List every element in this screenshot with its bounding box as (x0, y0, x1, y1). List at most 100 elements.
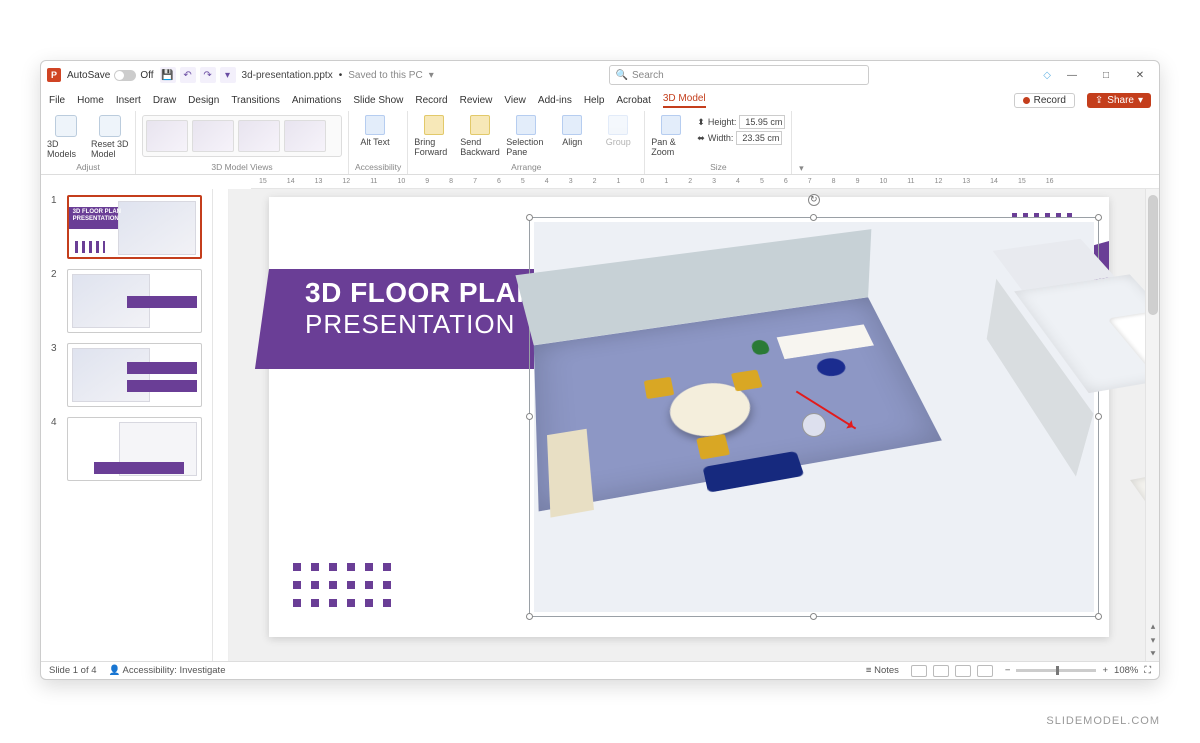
fit-to-window-button[interactable]: ⛶ (1144, 665, 1151, 676)
3d-model-selection[interactable] (529, 217, 1099, 617)
sorter-view-button[interactable] (933, 665, 949, 677)
slide-3-preview[interactable] (67, 343, 202, 407)
btn-reset-3d-model[interactable]: Reset 3D Model (91, 115, 129, 159)
view-mode-buttons (911, 665, 993, 677)
notes-button[interactable]: ≡ Notes (866, 665, 899, 676)
tab-3dmodel[interactable]: 3D Model (663, 93, 706, 108)
height-input[interactable]: 15.95 cm (739, 115, 785, 129)
orbit-gizmo-icon[interactable] (802, 413, 826, 437)
window-minimize-button[interactable]: — (1059, 65, 1085, 85)
search-input[interactable]: 🔍 Search (609, 65, 869, 85)
horizontal-ruler: 1514131211109876543210123456789101112131… (251, 175, 1159, 189)
bathtub-element (1107, 311, 1145, 373)
group-label: Arrange (414, 161, 638, 172)
scroll-down-button[interactable]: ⯆ (1146, 647, 1160, 661)
selection-pane-icon (516, 115, 536, 135)
tab-draw[interactable]: Draw (153, 95, 176, 106)
slide-thumbnail[interactable]: 1 3D FLOOR PLANPRESENTATION (51, 195, 202, 259)
toggle-off-icon[interactable] (114, 70, 136, 81)
resize-handle[interactable] (526, 613, 533, 620)
tab-addins[interactable]: Add-ins (538, 95, 572, 106)
slide-1-preview[interactable]: 3D FLOOR PLANPRESENTATION (67, 195, 202, 259)
tab-transitions[interactable]: Transitions (231, 95, 280, 106)
slide[interactable]: 3D FLOOR PLAN PRESENTATION (269, 197, 1109, 637)
zoom-value[interactable]: 108% (1114, 665, 1138, 676)
group-label: Size (651, 161, 785, 172)
share-button[interactable]: ⇪Share▾ (1087, 93, 1151, 108)
prev-slide-button[interactable]: ▴ (1146, 619, 1160, 633)
view-thumb[interactable] (238, 120, 280, 152)
btn-group[interactable]: Group (598, 115, 638, 147)
menu-tabs: File Home Insert Draw Design Transitions… (41, 89, 1159, 111)
diamond-icon[interactable]: ◇ (1043, 70, 1051, 81)
chevron-down-icon[interactable]: ▾ (429, 70, 434, 81)
slide-4-preview[interactable] (67, 417, 202, 481)
width-input[interactable]: 23.35 cm (736, 131, 782, 145)
scrollbar-thumb[interactable] (1148, 195, 1158, 315)
qat-undo-icon[interactable]: ↶ (180, 67, 196, 83)
tab-animations[interactable]: Animations (292, 95, 341, 106)
ribbon-group-accessibility: Alt Text Accessibility (349, 111, 408, 174)
view-thumb[interactable] (192, 120, 234, 152)
qat-redo-icon[interactable]: ↷ (200, 67, 216, 83)
next-slide-button[interactable]: ▾ (1146, 633, 1160, 647)
ribbon-group-views: 3D Model Views (136, 111, 349, 174)
btn-3d-models[interactable]: 3D Models (47, 115, 85, 159)
slide-indicator[interactable]: Slide 1 of 4 (49, 665, 97, 676)
accessibility-status[interactable]: 👤 Accessibility: Investigate (109, 665, 226, 676)
btn-alt-text[interactable]: Alt Text (355, 115, 395, 147)
resize-handle[interactable] (1095, 613, 1102, 620)
tab-record[interactable]: Record (415, 95, 447, 106)
view-thumb[interactable] (146, 120, 188, 152)
btn-align[interactable]: Align (552, 115, 592, 147)
status-bar: Slide 1 of 4 👤 Accessibility: Investigat… (41, 661, 1159, 679)
qat-overflow-icon[interactable]: ▾ (220, 67, 236, 83)
tab-slideshow[interactable]: Slide Show (353, 95, 403, 106)
btn-send-backward[interactable]: Send Backward (460, 115, 500, 157)
width-label: Width: (708, 133, 734, 143)
window-maximize-button[interactable]: □ (1093, 65, 1119, 85)
person-icon: 👤 (109, 665, 121, 676)
vertical-scrollbar[interactable]: ▴ ▾ ⯆ (1145, 189, 1159, 661)
zoom-in-button[interactable]: + (1102, 665, 1108, 676)
btn-selection-pane[interactable]: Selection Pane (506, 115, 546, 157)
qat-save-icon[interactable]: 💾 (160, 67, 176, 83)
btn-pan-zoom[interactable]: Pan & Zoom (651, 115, 691, 157)
slide-thumbnail[interactable]: 4 (51, 417, 202, 481)
tab-help[interactable]: Help (584, 95, 605, 106)
slide-canvas-area[interactable]: 3D FLOOR PLAN PRESENTATION (229, 189, 1145, 661)
slide-title[interactable]: 3D FLOOR PLAN PRESENTATION (305, 277, 537, 340)
view-gallery[interactable] (142, 115, 342, 157)
autosave-label: AutoSave (67, 70, 110, 81)
record-button[interactable]: Record (1014, 93, 1075, 108)
resize-handle[interactable] (1095, 214, 1102, 221)
zoom-control: − + 108% ⛶ (1005, 665, 1151, 676)
slide-2-preview[interactable] (67, 269, 202, 333)
ribbon-group-arrange: Bring Forward Send Backward Selection Pa… (408, 111, 645, 174)
resize-handle[interactable] (810, 214, 817, 221)
btn-bring-forward[interactable]: Bring Forward (414, 115, 454, 157)
resize-handle[interactable] (526, 413, 533, 420)
rotation-handle-icon[interactable] (808, 194, 820, 206)
tab-insert[interactable]: Insert (116, 95, 141, 106)
normal-view-button[interactable] (911, 665, 927, 677)
autosave-toggle[interactable]: AutoSave Off (67, 70, 154, 81)
tab-home[interactable]: Home (77, 95, 104, 106)
view-thumb[interactable] (284, 120, 326, 152)
resize-handle[interactable] (810, 613, 817, 620)
tab-acrobat[interactable]: Acrobat (616, 95, 650, 106)
window-close-button[interactable]: ✕ (1127, 65, 1153, 85)
zoom-slider[interactable] (1016, 669, 1096, 672)
watermark-brand: SLIDEMODEL.COM (1046, 715, 1160, 727)
tab-file[interactable]: File (49, 95, 65, 106)
tab-review[interactable]: Review (460, 95, 493, 106)
slide-thumbnail[interactable]: 2 (51, 269, 202, 333)
tab-view[interactable]: View (504, 95, 526, 106)
tab-design[interactable]: Design (188, 95, 219, 106)
resize-handle[interactable] (526, 214, 533, 221)
slide-thumbnail[interactable]: 3 (51, 343, 202, 407)
ribbon-collapse-button[interactable]: ▾ (792, 111, 810, 174)
zoom-out-button[interactable]: − (1005, 665, 1011, 676)
slideshow-view-button[interactable] (977, 665, 993, 677)
reading-view-button[interactable] (955, 665, 971, 677)
